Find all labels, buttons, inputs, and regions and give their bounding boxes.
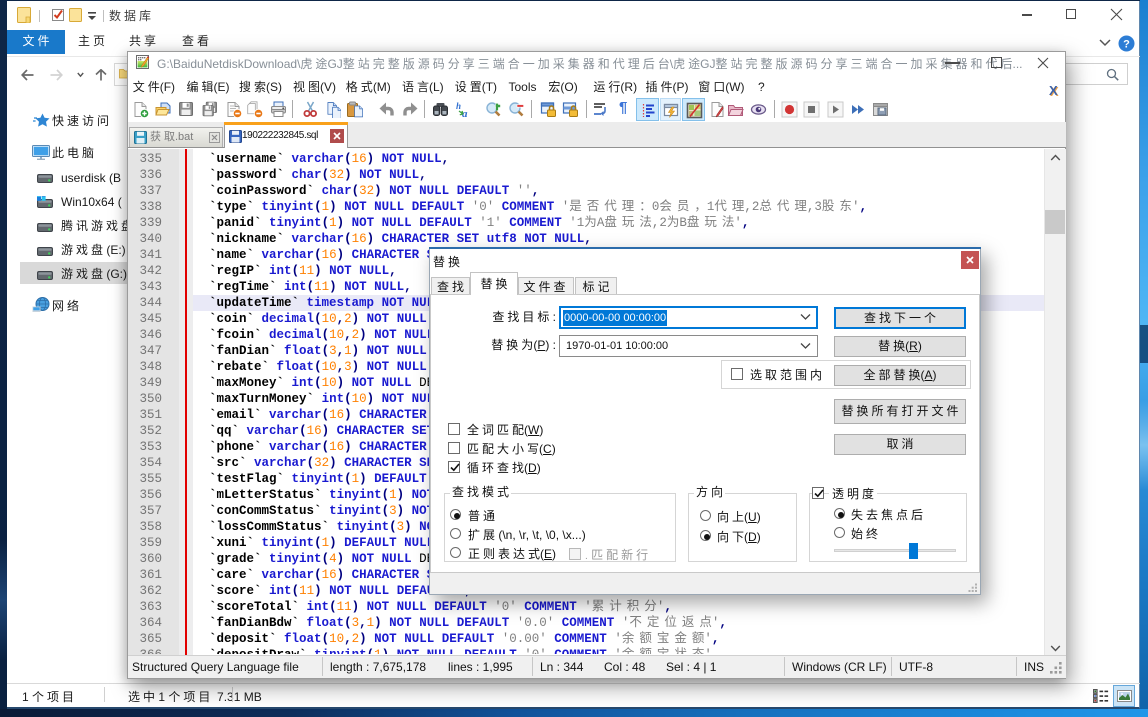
- svg-text:?: ?: [1123, 39, 1130, 51]
